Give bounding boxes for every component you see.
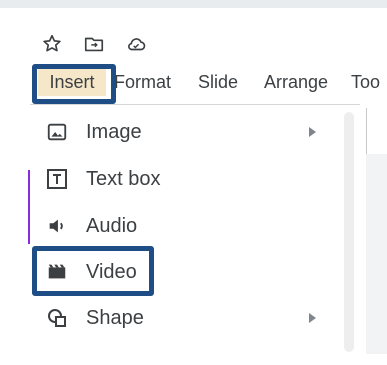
folder-move-icon[interactable] [82, 32, 106, 56]
shape-icon [44, 305, 70, 331]
menu-item-label: Shape [86, 306, 144, 329]
menu-slide[interactable]: Slide [198, 68, 238, 96]
menu-arrange[interactable]: Arrange [264, 68, 328, 96]
image-icon [44, 119, 70, 145]
menu-item-label: Text box [86, 167, 161, 190]
menu-scrollbar[interactable] [344, 112, 354, 352]
menu-format[interactable]: Format [114, 68, 171, 96]
menu-item-audio[interactable]: Audio [44, 207, 344, 245]
menu-item-shape[interactable]: Shape [44, 299, 344, 337]
video-highlight-box [32, 246, 154, 296]
submenu-arrow-icon [309, 313, 316, 323]
submenu-arrow-icon [309, 127, 316, 137]
audio-icon [44, 213, 70, 239]
doc-title-icons [40, 32, 148, 56]
menu-item-label: Image [86, 120, 142, 143]
star-icon[interactable] [40, 32, 64, 56]
insert-dropdown-menu: Image Text box Audio Video Shape [30, 104, 360, 365]
cloud-icon[interactable] [124, 32, 148, 56]
insert-highlight-box [32, 64, 116, 104]
menu-item-text-box[interactable]: Text box [44, 160, 344, 198]
menu-tools[interactable]: Too [351, 68, 380, 96]
window-top-edge [0, 0, 387, 8]
slide-editor-edge [366, 108, 387, 354]
menu-item-image[interactable]: Image [44, 113, 344, 151]
menu-item-label: Audio [86, 214, 138, 237]
toolbar-edge [366, 108, 387, 154]
text-box-icon [44, 166, 70, 192]
